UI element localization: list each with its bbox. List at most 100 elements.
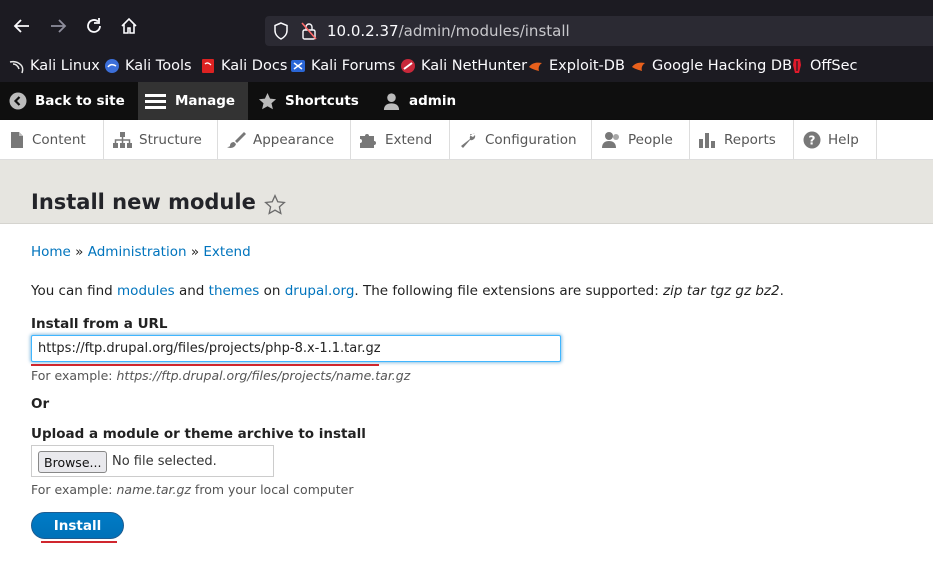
upload-example-hint: For example: name.tar.gz from your local… (31, 482, 353, 497)
hint-example: https://ftp.drupal.org/files/projects/na… (116, 368, 411, 383)
intro-text-part: on (259, 283, 285, 299)
bookmark-kali-linux[interactable]: Kali Linux (9, 56, 100, 76)
hint-prefix: For example: (31, 368, 117, 383)
breadcrumb-extend[interactable]: Extend (203, 244, 250, 260)
kali-tools-icon (104, 58, 120, 74)
offsec-icon (789, 58, 805, 74)
breadcrumb-administration[interactable]: Administration (88, 244, 187, 260)
username-label: admin (409, 93, 457, 109)
hint-suffix: from your local computer (190, 482, 354, 497)
home-icon[interactable] (117, 14, 141, 38)
back-to-site-link[interactable]: Back to site (0, 82, 134, 120)
tray-label: Structure (139, 132, 202, 148)
puzzle-piece-icon (360, 134, 376, 148)
reload-icon[interactable] (82, 14, 106, 38)
breadcrumb-separator: » (75, 244, 84, 260)
insecure-lock-icon[interactable] (301, 22, 317, 44)
supported-extensions: zip tar tgz gz bz2 (663, 283, 780, 299)
install-url-label: Install from a URL (31, 316, 168, 332)
themes-link[interactable]: themes (209, 283, 260, 299)
hamburger-menu-icon (145, 94, 166, 109)
bar-chart-icon (699, 133, 715, 148)
or-separator: Or (31, 396, 50, 412)
upload-archive-label: Upload a module or theme archive to inst… (31, 426, 366, 442)
browser-toolbar: 10.0.2.37/admin/modules/install (0, 0, 933, 50)
file-upload-field[interactable]: Browse... No file selected. (31, 445, 274, 477)
svg-text:?: ? (809, 134, 816, 148)
admin-menu-tray: Content Structure Appearance Extend Conf… (0, 120, 933, 160)
intro-text-part: . (779, 283, 784, 299)
breadcrumb-separator: » (190, 244, 200, 260)
breadcrumb: Home » Administration » Extend (31, 244, 251, 260)
annotation-underline (31, 364, 379, 366)
tray-item-structure[interactable]: Structure (104, 120, 218, 160)
shield-icon[interactable] (273, 22, 289, 44)
manage-label: Manage (175, 93, 236, 109)
install-button[interactable]: Install (31, 512, 124, 539)
url-text: 10.0.2.37/admin/modules/install (327, 22, 570, 40)
bookmark-label: Google Hacking DB (652, 58, 793, 74)
tray-label: Reports (724, 132, 776, 148)
tray-label: Help (828, 132, 859, 148)
url-example-hint: For example: https://ftp.drupal.org/file… (31, 368, 410, 383)
exploit-db-icon (528, 58, 544, 74)
drupal-org-link[interactable]: drupal.org (285, 283, 355, 299)
bookmark-label: Kali Linux (30, 58, 100, 74)
tray-label: Appearance (253, 132, 335, 148)
nethunter-icon (400, 58, 416, 74)
kali-docs-icon (200, 58, 216, 74)
bookmark-kali-forums[interactable]: Kali Forums (290, 56, 395, 76)
tray-label: Content (32, 132, 86, 148)
back-to-site-label: Back to site (35, 93, 125, 109)
chevron-left-circle-icon (9, 92, 27, 110)
bookmark-label: OffSec (810, 58, 858, 74)
annotation-underline (41, 541, 117, 543)
bookmark-kali-tools[interactable]: Kali Tools (104, 56, 192, 76)
page-header: Install new module (0, 160, 933, 224)
tray-item-configuration[interactable]: Configuration (450, 120, 592, 160)
bookmark-label: Kali Docs (221, 58, 288, 74)
sitemap-icon (113, 132, 132, 148)
bookmark-exploit-db[interactable]: Exploit-DB (528, 56, 625, 76)
bookmark-label: Kali NetHunter (421, 58, 528, 74)
paint-brush-icon (227, 132, 246, 148)
tray-item-extend[interactable]: Extend (351, 120, 450, 160)
forward-arrow-icon[interactable] (46, 14, 70, 38)
kali-forums-icon (290, 58, 306, 74)
kali-dragon-icon (9, 58, 25, 74)
bookmark-label: Exploit-DB (549, 58, 625, 74)
add-shortcut-star-icon[interactable] (264, 194, 286, 220)
bookmark-kali-nethunter[interactable]: Kali NetHunter (400, 56, 527, 76)
help-circle-icon: ? (803, 131, 821, 149)
drupal-admin-toolbar: Back to site Manage Shortcuts admin (0, 82, 933, 120)
ghdb-icon (631, 58, 647, 74)
install-url-input[interactable] (31, 335, 561, 362)
browse-button[interactable]: Browse... (38, 451, 108, 473)
url-host: 10.0.2.37 (327, 22, 399, 40)
tray-item-people[interactable]: People (592, 120, 690, 160)
star-icon (258, 92, 277, 109)
tray-item-appearance[interactable]: Appearance (218, 120, 351, 160)
bookmark-label: Kali Tools (125, 58, 192, 74)
breadcrumb-home[interactable]: Home (31, 244, 71, 260)
manage-tab[interactable]: Manage (138, 82, 248, 120)
tray-item-reports[interactable]: Reports (690, 120, 794, 160)
hint-prefix: For example: (31, 482, 117, 497)
tray-item-help[interactable]: ? Help (794, 120, 877, 160)
page-title: Install new module (31, 190, 256, 214)
wrench-icon (461, 133, 476, 148)
shortcuts-tab[interactable]: Shortcuts (258, 82, 359, 120)
tray-label: Configuration (485, 132, 577, 148)
address-bar[interactable]: 10.0.2.37/admin/modules/install (265, 16, 933, 46)
bookmark-offsec[interactable]: OffSec (789, 56, 858, 76)
bookmark-label: Kali Forums (311, 58, 396, 74)
intro-text-part: You can find (31, 283, 118, 299)
user-tab[interactable]: admin (382, 82, 456, 120)
back-arrow-icon[interactable] (10, 14, 34, 38)
bookmark-kali-docs[interactable]: Kali Docs (200, 56, 287, 76)
shortcuts-label: Shortcuts (285, 93, 359, 109)
bookmark-google-hacking-db[interactable]: Google Hacking DB (631, 56, 792, 76)
file-status-text: No file selected. (112, 454, 217, 469)
modules-link[interactable]: modules (117, 283, 175, 299)
tray-item-content[interactable]: Content (0, 120, 104, 160)
